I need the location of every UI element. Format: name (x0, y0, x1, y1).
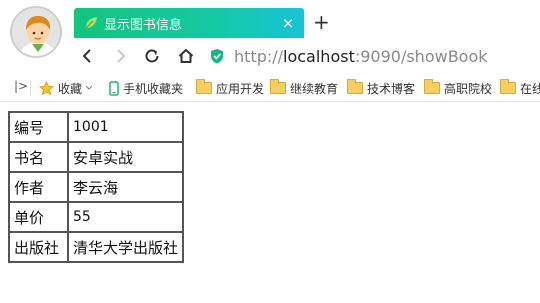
back-button[interactable] (76, 44, 100, 68)
url-host: localhost (283, 46, 355, 66)
chevron-down-icon (85, 85, 93, 91)
tab-close-button[interactable]: × (278, 14, 298, 32)
folder-icon (196, 79, 212, 94)
divider (30, 81, 31, 95)
table-row: 书名 安卓实战 (8, 141, 185, 173)
field-label: 作者 (8, 171, 69, 203)
bookmark-folder-tech-blog[interactable]: 技术博客 (347, 79, 415, 97)
book-info-table: 编号 1001 书名 安卓实战 作者 李云海 单价 55 出版社 清华大学出版社 (8, 111, 185, 263)
forward-arrow-icon (117, 49, 126, 63)
table-row: 出版社 清华大学出版社 (8, 231, 185, 263)
bookmark-folder-online[interactable]: 在线 (500, 79, 540, 97)
bookmark-favorites[interactable]: 收藏 (39, 79, 93, 97)
new-tab-button[interactable]: + (313, 12, 330, 32)
bookmark-folder-app-dev[interactable]: 应用开发 (196, 79, 264, 97)
bookmark-label: 应用开发 (216, 81, 265, 96)
bookmark-label: 收藏 (58, 81, 83, 96)
field-value: 安卓实战 (66, 141, 185, 173)
folder-icon (347, 79, 363, 94)
bookmark-label: 在线 (520, 81, 540, 96)
page-content: 编号 1001 书名 安卓实战 作者 李云海 单价 55 出版社 清华大学出版社 (0, 102, 540, 303)
bookmarks-bar: |> 收藏 手机收藏夹 应用开发 继续教育 技术博客 高职院校 在线 (0, 74, 540, 102)
star-icon (39, 80, 54, 96)
bookmark-folder-continuing-education[interactable]: 继续教育 (270, 79, 338, 97)
field-label: 出版社 (8, 231, 69, 263)
field-label: 编号 (8, 111, 69, 143)
tab-title: 显示图书信息 (104, 17, 183, 33)
table-row: 作者 李云海 (8, 171, 185, 203)
toolbar: http://localhost:9090/showBook (0, 38, 540, 74)
field-value: 55 (66, 201, 185, 233)
field-value: 1001 (66, 111, 185, 143)
forward-button[interactable] (108, 44, 132, 68)
folder-icon (270, 79, 286, 94)
url-scheme: http:// (234, 46, 284, 66)
field-label: 单价 (8, 201, 69, 233)
back-arrow-icon (82, 49, 91, 63)
phone-icon (109, 80, 119, 96)
table-row: 编号 1001 (8, 111, 185, 143)
folder-icon (424, 79, 440, 94)
browser-tab[interactable]: 显示图书信息 × (74, 8, 304, 38)
bookmark-label: 继续教育 (290, 81, 339, 96)
field-label: 书名 (8, 141, 69, 173)
bookmark-label: 手机收藏夹 (123, 81, 184, 96)
url-path: :9090/showBook (354, 46, 488, 66)
field-value: 李云海 (66, 171, 185, 203)
reload-button[interactable] (140, 44, 164, 68)
bookmark-label: 高职院校 (444, 81, 493, 96)
bookmark-label: 技术博客 (367, 81, 416, 96)
address-bar[interactable]: http://localhost:9090/showBook (210, 41, 540, 71)
home-icon (178, 49, 194, 63)
field-value: 清华大学出版社 (66, 231, 185, 263)
tab-strip: 显示图书信息 × + (0, 0, 540, 38)
shield-icon (210, 48, 224, 64)
reload-icon (145, 49, 159, 63)
bookmarks-toggle-button[interactable]: |> (14, 79, 28, 93)
folder-icon (500, 79, 516, 94)
bookmark-folder-vocational-colleges[interactable]: 高职院校 (424, 79, 492, 97)
avatar[interactable] (10, 6, 62, 58)
home-button[interactable] (174, 44, 198, 68)
leaf-icon (84, 16, 98, 30)
table-row: 单价 55 (8, 201, 185, 233)
bookmark-mobile-favorites[interactable]: 手机收藏夹 (109, 79, 183, 97)
